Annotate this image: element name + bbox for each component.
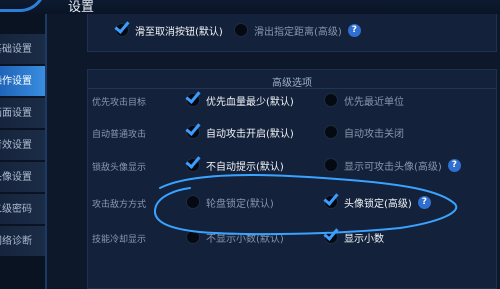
radio-circle	[185, 120, 201, 139]
radio-circle	[114, 18, 130, 37]
option-slide-cancel-button[interactable]: 滑至取消按钮(默认)	[114, 18, 223, 39]
option-label: 自动攻击关闭	[344, 128, 404, 140]
option-lowest-hp[interactable]: 优先血量最少(默认)	[185, 88, 294, 109]
row-label-lock-avatar: 锁敌头像显示	[92, 163, 147, 173]
option-label: 显示可攻击头像(高级)	[344, 161, 442, 173]
checkmark-icon	[185, 153, 201, 169]
checkmark-icon	[323, 190, 339, 206]
option-label: 优先血量最少(默认)	[206, 96, 294, 108]
option-show-decimal[interactable]: 显示小数	[323, 225, 384, 246]
option-no-decimal[interactable]: 不显示小数(默认)	[186, 228, 284, 246]
radio-circle	[186, 195, 200, 209]
sidebar-item-password[interactable]: 二级密码	[0, 194, 46, 225]
radio-circle	[323, 225, 339, 244]
option-label: 头像锁定(高级)	[344, 198, 412, 210]
option-auto-attack-off[interactable]: 自动攻击关闭	[324, 123, 404, 141]
sidebar-item-controls[interactable]: 操作设置	[0, 66, 46, 97]
option-label: 自动攻击开启(默认)	[206, 128, 294, 140]
sidebar-item-avatar[interactable]: 头像设置	[0, 162, 46, 193]
radio-circle	[324, 93, 338, 107]
divider	[88, 88, 496, 89]
settings-panel: 高级选项	[47, 14, 500, 289]
page-title: 设置	[68, 0, 95, 14]
option-avatar-lock[interactable]: 头像锁定(高级) ?	[323, 190, 431, 211]
option-label: 滑至取消按钮(默认)	[135, 26, 223, 38]
help-icon[interactable]: ?	[347, 23, 361, 37]
row-label-skill-cooldown: 技能冷却显示	[92, 235, 147, 245]
checkmark-icon	[185, 120, 201, 136]
option-wheel-lock[interactable]: 轮盘锁定(默认)	[186, 193, 274, 211]
radio-circle	[323, 190, 339, 209]
option-label: 优先最近单位	[344, 96, 404, 108]
sidebar-item-sound[interactable]: 音效设置	[0, 130, 46, 161]
option-label: 显示小数	[344, 233, 384, 245]
option-label: 不显示小数(默认)	[206, 233, 284, 245]
advanced-options-title: 高级选项	[272, 78, 312, 89]
checkmark-icon	[323, 225, 339, 241]
option-nearest-unit[interactable]: 优先最近单位	[324, 91, 404, 109]
option-auto-attack-on[interactable]: 自动攻击开启(默认)	[185, 120, 294, 141]
sidebar-item-basic[interactable]: 基础设置	[0, 34, 46, 65]
sidebar-item-network[interactable]: 网络诊断	[0, 226, 46, 257]
help-icon[interactable]: ?	[447, 158, 461, 172]
radio-circle	[234, 23, 248, 37]
option-label: 滑出指定距离(高级)	[254, 26, 342, 38]
row-label-priority-target: 优先攻击目标	[92, 98, 147, 108]
sidebar: 基础设置 操作设置 画面设置 音效设置 头像设置 二级密码 网络诊断	[0, 14, 46, 289]
logo-arc-icon	[0, 0, 46, 12]
radio-circle	[185, 153, 201, 172]
row-label-auto-attack: 自动普通攻击	[92, 130, 147, 140]
radio-circle	[185, 88, 201, 107]
checkmark-icon	[185, 88, 201, 104]
help-icon[interactable]: ?	[417, 195, 431, 209]
row-label-attack-mode: 攻击敌方方式	[92, 200, 147, 210]
radio-circle	[324, 158, 338, 172]
option-slide-distance[interactable]: 滑出指定距离(高级) ?	[234, 21, 361, 39]
top-header: 设置	[0, 0, 500, 14]
checkmark-icon	[114, 18, 130, 34]
option-label: 轮盘锁定(默认)	[206, 198, 274, 210]
radio-circle	[324, 125, 338, 139]
option-no-auto-hint[interactable]: 不自动提示(默认)	[185, 153, 284, 174]
radio-circle	[186, 230, 200, 244]
option-label: 不自动提示(默认)	[206, 161, 284, 173]
option-show-attackable-avatar[interactable]: 显示可攻击头像(高级) ?	[324, 156, 461, 174]
sidebar-item-graphics[interactable]: 画面设置	[0, 98, 46, 129]
